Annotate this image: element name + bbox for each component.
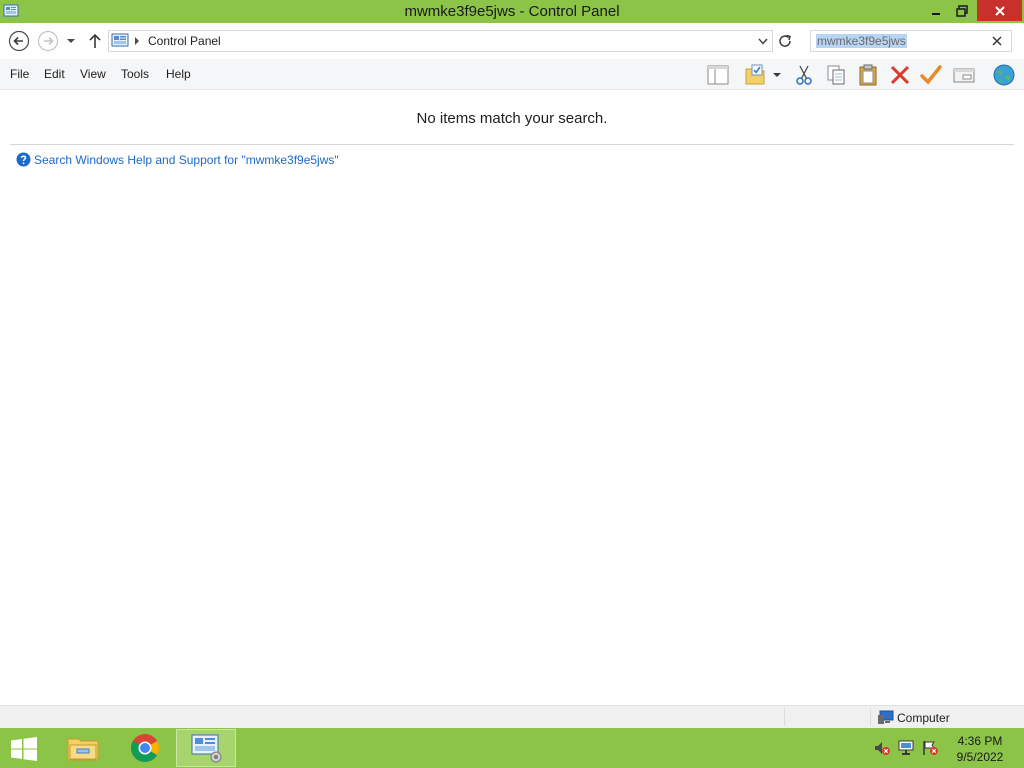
taskbar-chrome[interactable] xyxy=(115,729,175,767)
delete-icon[interactable] xyxy=(888,63,912,87)
address-row: Control Panel mwmke3f9e5jws xyxy=(0,23,1024,59)
menu-tools[interactable]: Tools xyxy=(121,67,149,81)
search-input[interactable]: mwmke3f9e5jws xyxy=(810,30,1012,52)
taskbar-clock[interactable]: 4:36 PM 9/5/2022 xyxy=(950,733,1010,765)
clock-date: 9/5/2022 xyxy=(956,750,1004,764)
status-bar: Computer xyxy=(0,705,1024,728)
menu-file[interactable]: File xyxy=(10,67,29,81)
status-location: Computer xyxy=(897,711,950,725)
address-location[interactable]: Control Panel xyxy=(148,34,221,48)
taskbar: 4:36 PM 9/5/2022 xyxy=(0,728,1024,768)
divider xyxy=(10,144,1014,145)
up-arrow-icon[interactable] xyxy=(87,32,103,50)
folder-options-dropdown-icon[interactable] xyxy=(770,63,784,87)
restore-button[interactable] xyxy=(948,0,976,21)
cut-icon[interactable] xyxy=(792,63,816,87)
clear-search-icon[interactable] xyxy=(990,34,1004,48)
speaker-muted-icon[interactable] xyxy=(873,740,891,756)
file-explorer-icon xyxy=(67,738,99,761)
help-link-text[interactable]: Search Windows Help and Support for "mwm… xyxy=(34,153,339,167)
globe-icon[interactable] xyxy=(992,63,1016,87)
control-panel-icon xyxy=(191,734,222,763)
chevron-right-icon[interactable] xyxy=(134,37,140,45)
control-panel-icon xyxy=(111,33,129,47)
status-divider xyxy=(870,708,871,726)
close-icon xyxy=(994,5,1005,16)
network-icon[interactable] xyxy=(897,740,915,756)
window-title: mwmke3f9e5jws - Control Panel xyxy=(404,3,620,20)
menu-help[interactable]: Help xyxy=(166,67,191,81)
minimize-icon xyxy=(932,12,940,15)
title-bar: mwmke3f9e5jws - Control Panel xyxy=(0,0,1024,23)
address-dropdown-icon[interactable] xyxy=(758,37,768,46)
forward-button[interactable] xyxy=(37,30,59,52)
close-button[interactable] xyxy=(977,0,1022,21)
action-center-flag-icon[interactable] xyxy=(921,740,939,756)
taskbar-control-panel[interactable] xyxy=(176,729,236,767)
menu-bar: File Edit View Tools Help xyxy=(0,59,1024,90)
layout-pane-icon[interactable] xyxy=(706,63,730,87)
paste-icon[interactable] xyxy=(856,63,880,87)
chrome-icon xyxy=(131,734,159,762)
restore-icon xyxy=(956,4,968,17)
address-bar[interactable]: Control Panel xyxy=(108,30,773,52)
status-divider xyxy=(784,708,785,726)
empty-results-message: No items match your search. xyxy=(416,110,608,127)
help-search-link[interactable]: Search Windows Help and Support for "mwm… xyxy=(16,152,339,167)
properties-icon[interactable] xyxy=(952,63,976,87)
checkmark-icon[interactable] xyxy=(919,63,943,87)
help-icon xyxy=(16,152,31,167)
search-query[interactable]: mwmke3f9e5jws xyxy=(816,34,907,48)
menu-view[interactable]: View xyxy=(80,67,106,81)
recent-locations-dropdown-icon[interactable] xyxy=(66,36,76,46)
minimize-button[interactable] xyxy=(922,0,950,21)
menu-edit[interactable]: Edit xyxy=(44,67,65,81)
copy-icon[interactable] xyxy=(824,63,848,87)
computer-icon xyxy=(878,710,894,724)
back-button[interactable] xyxy=(8,30,30,52)
taskbar-file-explorer[interactable] xyxy=(53,729,113,767)
folder-options-icon[interactable] xyxy=(743,63,767,87)
refresh-icon[interactable] xyxy=(776,32,794,50)
content-pane: No items match your search. Search Windo… xyxy=(0,90,1024,705)
windows-start-icon[interactable] xyxy=(10,737,38,761)
clock-time: 4:36 PM xyxy=(957,734,1003,748)
